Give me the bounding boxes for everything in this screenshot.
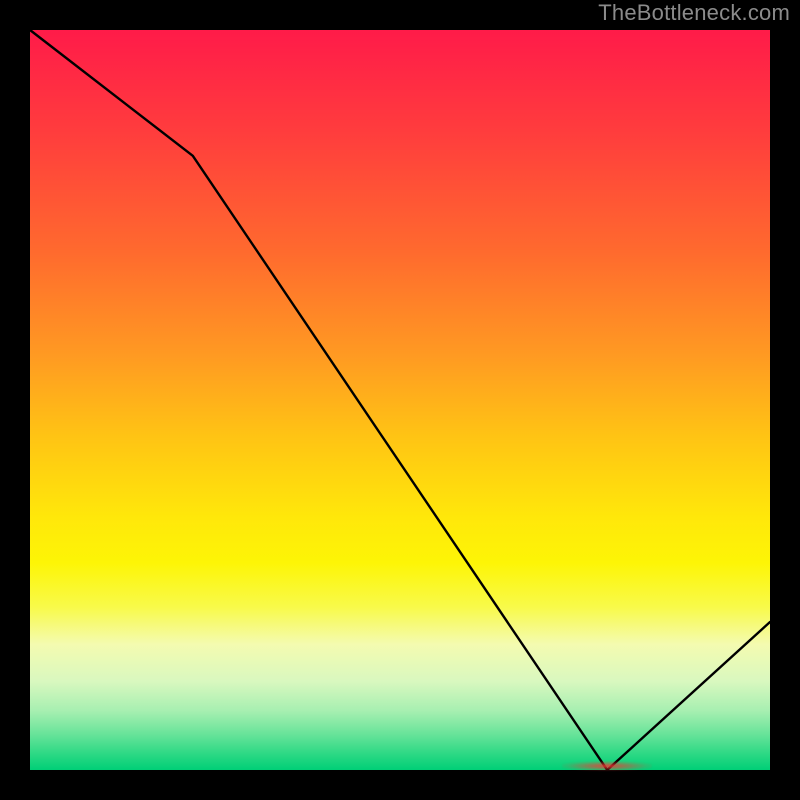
chart-frame: TheBottleneck.com — [0, 0, 800, 800]
attribution-text: TheBottleneck.com — [598, 0, 790, 26]
curve-svg — [30, 30, 770, 770]
plot-area — [30, 30, 770, 770]
curve-line — [30, 30, 770, 770]
